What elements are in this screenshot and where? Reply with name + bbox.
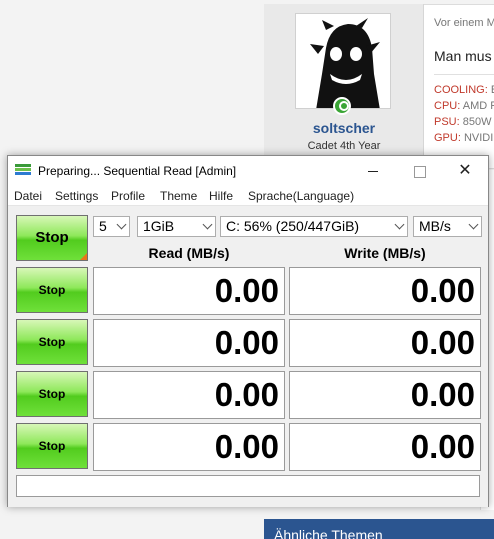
menu-bar: Datei Settings Profile Theme Hilfe Sprac… [8, 186, 488, 206]
write-result: 0.00 [289, 423, 481, 471]
chevron-down-icon [468, 219, 479, 230]
stop-all-button[interactable]: Stop [16, 215, 88, 261]
stop-all-label: Stop [35, 229, 69, 246]
row-stop-button[interactable]: Stop [16, 371, 88, 417]
write-result: 0.00 [289, 267, 481, 315]
unit-select[interactable]: MB/s [413, 216, 482, 237]
window-title: Preparing... Sequential Read [Admin] [38, 164, 237, 178]
corner-marker [80, 253, 87, 260]
chevron-down-icon [394, 219, 405, 230]
username-link[interactable]: soltscher [264, 120, 424, 136]
drive-value: C: 56% (250/447GiB) [226, 218, 360, 234]
close-button[interactable]: ✕ [442, 156, 488, 186]
similar-threads-header[interactable]: Ähnliche Themen [264, 519, 494, 539]
unit-value: MB/s [419, 218, 451, 234]
test-count-value: 5 [99, 218, 107, 234]
post-date: Vor einem M [434, 17, 494, 29]
app-icon [15, 164, 31, 178]
write-column-header: Write (MB/s) [344, 245, 426, 261]
menu-theme[interactable]: Theme [160, 189, 197, 203]
write-result: 0.00 [289, 371, 481, 419]
menu-datei[interactable]: Datei [14, 189, 42, 203]
divider [434, 74, 494, 75]
spec-line: COOLING: E [434, 84, 494, 96]
test-count-select[interactable]: 5 [93, 216, 130, 237]
user-title: Cadet 4th Year [307, 140, 381, 152]
read-column-header: Read (MB/s) [148, 245, 230, 261]
menu-profile[interactable]: Profile [111, 189, 145, 203]
spec-line: GPU: NVIDI [434, 132, 494, 144]
chevron-down-icon [116, 219, 127, 230]
benchmark-panel: Stop 5 1GiB C: 56% (250/447GiB) MB/s Rea… [8, 207, 488, 507]
read-result: 0.00 [93, 371, 285, 419]
read-result: 0.00 [93, 267, 285, 315]
row-stop-button[interactable]: Stop [16, 423, 88, 469]
signature-specs: COOLING: E CPU: AMD R PSU: 850W GPU: NVI… [434, 82, 494, 146]
online-status-icon [333, 97, 351, 115]
menu-settings[interactable]: Settings [55, 189, 98, 203]
test-size-value: 1GiB [143, 218, 175, 234]
drive-select[interactable]: C: 56% (250/447GiB) [220, 216, 408, 237]
row-stop-button[interactable]: Stop [16, 267, 88, 313]
diskmark-window: Preparing... Sequential Read [Admin] ✕ D… [7, 155, 489, 507]
minimize-button[interactable] [350, 156, 396, 186]
title-bar[interactable]: Preparing... Sequential Read [Admin] ✕ [8, 156, 488, 186]
read-result: 0.00 [93, 423, 285, 471]
read-result: 0.00 [93, 319, 285, 367]
post-text: Man mus [434, 48, 492, 64]
row-stop-button[interactable]: Stop [16, 319, 88, 365]
maximize-button[interactable] [396, 156, 442, 186]
avatar[interactable] [295, 13, 391, 109]
spec-line: CPU: AMD R [434, 100, 494, 112]
menu-hilfe[interactable]: Hilfe [209, 189, 233, 203]
menu-language[interactable]: Sprache(Language) [248, 189, 354, 203]
test-size-select[interactable]: 1GiB [137, 216, 216, 237]
spec-line: PSU: 850W [434, 116, 492, 128]
chevron-down-icon [202, 219, 213, 230]
comment-field[interactable] [16, 475, 480, 497]
write-result: 0.00 [289, 319, 481, 367]
